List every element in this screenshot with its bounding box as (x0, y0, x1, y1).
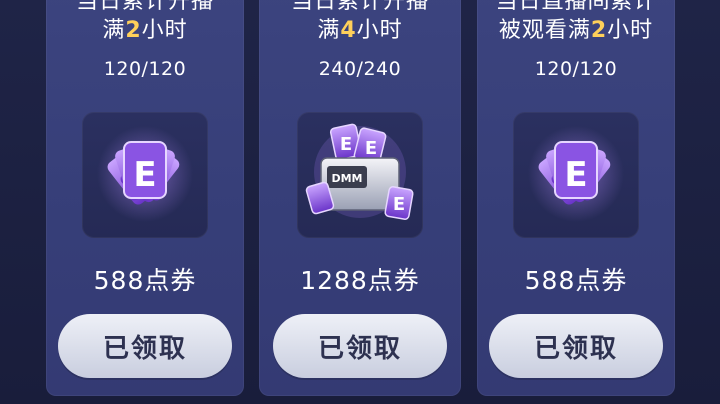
svg-text:E: E (133, 155, 156, 195)
task-title-line2: 被观看满2小时 (498, 18, 654, 43)
svg-text:E: E (365, 138, 377, 159)
purple-ticket-cards-icon: E (82, 112, 208, 238)
reward-amount: 1288点券 (300, 266, 420, 295)
svg-text:E: E (564, 155, 587, 195)
task-title-line1: 当日直播间累计 (495, 0, 657, 14)
task-title: 当日累计开播 满2小时 (46, 0, 244, 45)
task-title-line1: 当日累计开播 (75, 0, 214, 14)
claimed-button[interactable]: 已领取 (489, 314, 663, 378)
task-progress: 240/240 (318, 58, 402, 80)
task-title: 当日直播间累计 被观看满2小时 (477, 0, 675, 45)
claimed-button[interactable]: 已领取 (58, 314, 232, 378)
task-title-line2: 满4小时 (317, 18, 403, 43)
task-title: 当日累计开播 满4小时 (259, 0, 461, 45)
task-hours-highlight: 2 (125, 18, 142, 43)
task-hours-highlight: 4 (340, 18, 357, 43)
task-title-line1: 当日累计开播 (290, 0, 429, 14)
task-progress: 120/120 (534, 58, 618, 80)
ticket-box-icon: DMM E E E (297, 112, 423, 238)
task-card-1: 当日累计开播 满2小时 120/120 E 588点券 已领取 (46, 0, 244, 396)
task-progress: 120/120 (103, 58, 187, 80)
claimed-button[interactable]: 已领取 (273, 314, 447, 378)
svg-text:DMM: DMM (331, 172, 362, 185)
svg-text:E: E (393, 194, 405, 215)
reward-amount: 588点券 (524, 266, 628, 295)
task-hours-highlight: 2 (590, 18, 608, 43)
task-title-line2: 满2小时 (102, 18, 188, 43)
reward-amount: 588点券 (93, 266, 197, 295)
task-card-2: 当日累计开播 满4小时 240/240 DMM E E E 1288点券 已领取 (259, 0, 461, 396)
task-card-3: 当日直播间累计 被观看满2小时 120/120 E 588点券 已领取 (477, 0, 675, 396)
svg-text:E: E (340, 134, 352, 155)
purple-ticket-cards-icon: E (513, 112, 639, 238)
